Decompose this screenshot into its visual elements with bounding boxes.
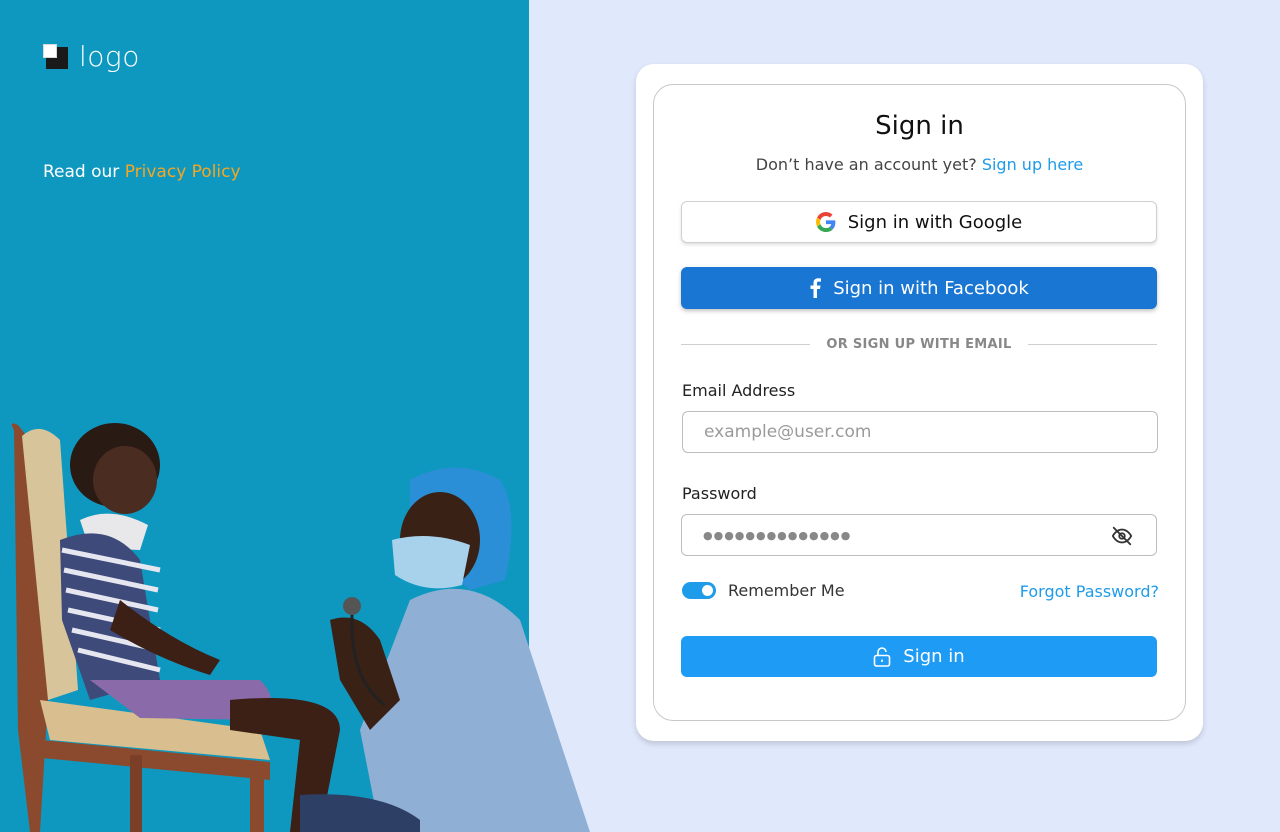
logo[interactable]: logo xyxy=(43,40,140,73)
logo-text: logo xyxy=(79,40,140,73)
facebook-button-label: Sign in with Facebook xyxy=(833,277,1029,299)
forgot-password-link[interactable]: Forgot Password? xyxy=(1020,582,1159,601)
signin-card-inner: Sign in Don’t have an account yet? Sign … xyxy=(653,84,1186,721)
password-value: ●●●●●●●●●●●●●● xyxy=(703,528,852,542)
divider: OR SIGN UP WITH EMAIL xyxy=(681,337,1158,352)
signin-button-label: Sign in xyxy=(903,646,965,667)
signin-card: Sign in Don’t have an account yet? Sign … xyxy=(636,64,1203,741)
logo-icon xyxy=(43,43,69,70)
stethoscope xyxy=(343,597,361,615)
nurse-mask xyxy=(392,536,470,589)
remember-me: Remember Me xyxy=(682,581,845,600)
chair-leg xyxy=(250,765,264,832)
google-signin-button[interactable]: Sign in with Google xyxy=(681,201,1157,243)
eye-off-icon[interactable] xyxy=(1111,525,1133,547)
facebook-signin-button[interactable]: Sign in with Facebook xyxy=(681,267,1157,309)
password-label: Password xyxy=(682,484,757,503)
privacy-prefix: Read our xyxy=(43,162,125,182)
google-icon xyxy=(815,212,836,232)
signup-prompt-text: Don’t have an account yet? xyxy=(755,155,982,174)
signup-prompt: Don’t have an account yet? Sign up here xyxy=(654,155,1185,174)
email-field[interactable] xyxy=(682,411,1158,453)
hero-illustration xyxy=(11,423,590,832)
facebook-icon xyxy=(809,278,822,298)
privacy-policy-link[interactable]: Privacy Policy xyxy=(125,162,241,182)
signup-link[interactable]: Sign up here xyxy=(982,155,1083,174)
divider-text: OR SIGN UP WITH EMAIL xyxy=(826,337,1012,352)
lock-open-icon xyxy=(873,646,891,667)
nurse-scrubs xyxy=(360,588,590,832)
page-title: Sign in xyxy=(875,111,964,141)
remember-me-label: Remember Me xyxy=(728,581,845,600)
signin-button[interactable]: Sign in xyxy=(681,636,1157,677)
google-button-label: Sign in with Google xyxy=(847,211,1023,233)
privacy-text: Read our Privacy Policy xyxy=(43,162,241,182)
password-field[interactable]: ●●●●●●●●●●●●●● xyxy=(681,514,1157,556)
remember-me-toggle[interactable] xyxy=(682,582,716,599)
chair-leg-2 xyxy=(130,755,142,832)
email-label: Email Address xyxy=(682,381,796,400)
